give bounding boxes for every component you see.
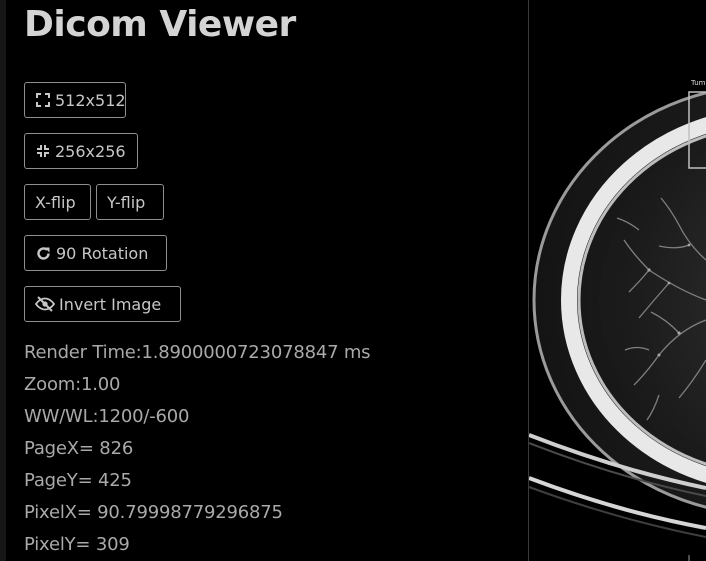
page-y-text: PageY= 425 — [24, 470, 132, 491]
size-256-label: 256x256 — [55, 141, 126, 161]
x-flip-label: X-flip — [35, 192, 76, 212]
compress-icon — [35, 143, 51, 159]
pixel-x-text: PixelX= 90.79998779296875 — [24, 502, 283, 523]
window-level-text: WW/WL:1200/-600 — [24, 406, 190, 427]
pixel-y-text: PixelY= 309 — [24, 534, 130, 555]
dicom-image-viewport[interactable]: Tum — [529, 0, 706, 561]
zoom-text: Zoom:1.00 — [24, 374, 121, 395]
y-flip-button[interactable]: Y-flip — [96, 184, 164, 220]
rotate-90-label: 90 Rotation — [56, 243, 149, 263]
ct-scan-image — [529, 91, 706, 561]
annotation-label: Tum — [691, 79, 706, 87]
rotate-icon — [35, 245, 52, 262]
invert-image-button[interactable]: Invert Image — [24, 286, 181, 322]
size-256-button[interactable]: 256x256 — [24, 133, 138, 169]
expand-icon — [35, 92, 51, 108]
page-x-text: PageX= 826 — [24, 438, 134, 459]
rotate-90-button[interactable]: 90 Rotation — [24, 235, 167, 271]
size-512-button[interactable]: 512x512 — [24, 82, 126, 118]
y-flip-label: Y-flip — [107, 192, 146, 212]
render-time-text: Render Time:1.8900000723078847 ms — [24, 342, 371, 363]
size-512-label: 512x512 — [55, 90, 126, 110]
control-panel: Dicom Viewer 512x512 256x256 X-flip Y-fl… — [6, 0, 528, 561]
page-title: Dicom Viewer — [24, 4, 296, 45]
eye-slash-icon — [35, 296, 55, 312]
x-flip-button[interactable]: X-flip — [24, 184, 91, 220]
invert-image-label: Invert Image — [59, 294, 162, 314]
